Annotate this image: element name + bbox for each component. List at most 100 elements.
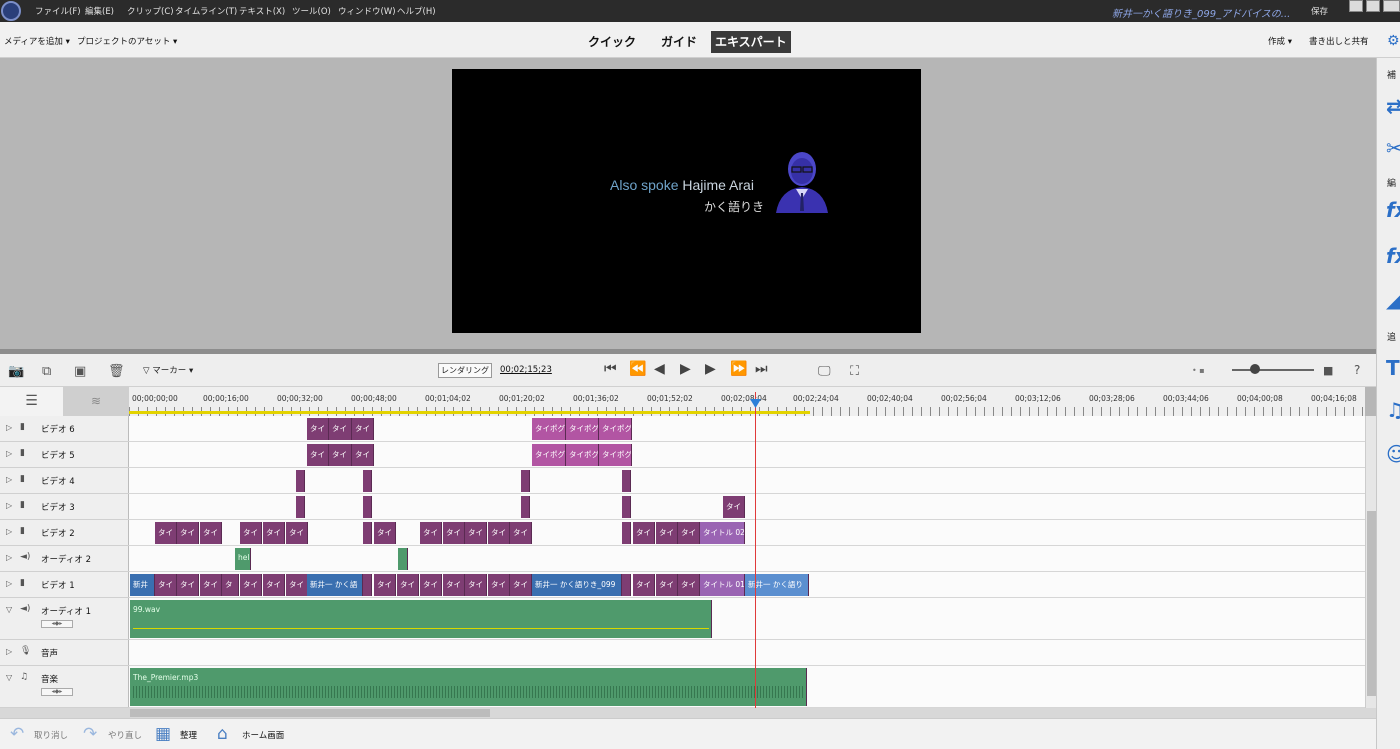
timeline-clip[interactable]: タイ	[352, 418, 374, 440]
video-preview[interactable]: Also spoke Hajime Arai かく語りき	[452, 69, 921, 333]
applied-effects-icon[interactable]: fx	[1386, 244, 1400, 268]
step-forward-icon[interactable]: ▶	[705, 361, 716, 377]
timeline-clip[interactable]: タイ	[329, 418, 352, 440]
timeline-clip[interactable]: タイ	[374, 522, 396, 544]
timeline-clip[interactable]	[296, 496, 305, 518]
restore-button[interactable]	[1366, 0, 1380, 12]
minimize-button[interactable]	[1349, 0, 1363, 12]
timeline-clip[interactable]: タイ	[678, 522, 700, 544]
expand-icon[interactable]: ▷	[6, 423, 12, 432]
timeline-clip[interactable]: タイ	[397, 574, 419, 596]
timeline-clip[interactable]	[521, 496, 530, 518]
timeline-clip[interactable]: タイ	[240, 522, 262, 544]
timeline-clip[interactable]: タイ	[155, 574, 177, 596]
menu-timeline[interactable]: タイムライン(T)	[175, 5, 237, 17]
add-media-button[interactable]: メディアを追加 ▾	[4, 35, 70, 47]
close-button[interactable]	[1383, 0, 1400, 12]
menu-tools[interactable]: ツール(O)	[292, 5, 331, 17]
timeline-clip[interactable]: タイ	[488, 522, 510, 544]
timeline-clip[interactable]: タイポグ	[599, 418, 632, 440]
timeline-clip[interactable]: タイ	[633, 522, 655, 544]
timeline-clip[interactable]: タイ	[678, 574, 700, 596]
playhead-line[interactable]	[755, 392, 756, 708]
timeline-clip[interactable]: タイ	[286, 522, 308, 544]
timeline-clip[interactable]	[363, 496, 372, 518]
graphics-icon[interactable]: ☺	[1386, 442, 1400, 466]
expand-icon[interactable]: ▷	[6, 501, 12, 510]
timeline-clip[interactable]: タイ	[656, 574, 678, 596]
camera-icon[interactable]: 📷	[8, 364, 24, 379]
timeline-clip[interactable]	[363, 470, 372, 492]
vertical-scrollbar[interactable]	[1365, 416, 1376, 708]
timeline-clip[interactable]: タイ	[352, 444, 374, 466]
play-icon[interactable]: ▶	[680, 361, 691, 377]
go-to-start-icon[interactable]: ⏮	[604, 361, 617, 377]
menu-edit[interactable]: 編集(E)	[85, 5, 114, 17]
timeline-clip[interactable]: タイ	[240, 574, 262, 596]
timeline-clip[interactable]: タイ	[374, 574, 396, 596]
zoom-slider-knob[interactable]	[1250, 364, 1260, 374]
timeline-clip[interactable]: 新井	[130, 574, 155, 596]
menu-file[interactable]: ファイル(F)	[35, 5, 81, 17]
timeline-clip[interactable]	[296, 470, 305, 492]
timeline-clip[interactable]	[521, 470, 530, 492]
timeline-clip[interactable]: 新井一 かく語りき_099	[532, 574, 622, 596]
menu-window[interactable]: ウィンドウ(W)	[338, 5, 396, 17]
timeline-clip[interactable]: タイ	[488, 574, 510, 596]
menu-text[interactable]: テキスト(X)	[239, 5, 285, 17]
marker-dropdown[interactable]: ▽ マーカー ▾	[143, 364, 193, 376]
tools-icon[interactable]: ✂	[1386, 136, 1400, 160]
timeline-clip[interactable]: タイ	[443, 574, 465, 596]
monitor-icon[interactable]: 🖵	[818, 364, 831, 379]
timeline-clip[interactable]: 新井一 かく語	[307, 574, 363, 596]
fullscreen-icon[interactable]: ⛶	[850, 364, 859, 379]
timeline-clip[interactable]: タイ	[286, 574, 308, 596]
timeline-clip[interactable]: タイ	[200, 574, 222, 596]
expand-icon[interactable]: ▷	[6, 647, 12, 656]
menu-help[interactable]: ヘルプ(H)	[397, 5, 436, 17]
expand-icon[interactable]: ▷	[6, 449, 12, 458]
titles-icon[interactable]: T	[1386, 356, 1400, 380]
next-edit-icon[interactable]: ⏩	[730, 361, 747, 377]
trash-icon[interactable]: 🗑	[108, 364, 125, 379]
timeline-clip[interactable]	[622, 496, 631, 518]
timeline-clip[interactable]: タイ	[420, 522, 442, 544]
smart-trim-icon[interactable]: ⧉	[42, 364, 51, 379]
timeline-clip[interactable]	[622, 522, 631, 544]
tab-expert[interactable]: エキスパート	[711, 31, 791, 53]
tab-guided[interactable]: ガイド	[657, 31, 701, 53]
timecode-display[interactable]: 00;02;15;23	[500, 365, 552, 375]
menu-clip[interactable]: クリップ(C)	[127, 5, 174, 17]
volume-line[interactable]	[133, 628, 709, 629]
collapse-icon[interactable]: ▽	[6, 605, 12, 614]
timeline-clip[interactable]: タイ	[656, 522, 678, 544]
step-back-icon[interactable]: ◀	[654, 361, 665, 377]
timeline-clip[interactable]: タイ	[465, 574, 487, 596]
keyframe-nav[interactable]: ◂◆▸	[41, 620, 73, 628]
effects-icon[interactable]: fx	[1386, 198, 1400, 222]
project-assets-button[interactable]: プロジェクトのアセット ▾	[77, 35, 177, 47]
timeline-clip[interactable]	[622, 470, 631, 492]
redo-icon[interactable]: ↷	[83, 724, 97, 744]
timeline-clip[interactable]: タイ	[420, 574, 442, 596]
tab-quick[interactable]: クイック	[584, 31, 640, 53]
keyframe-nav[interactable]: ◂◆▸	[41, 688, 73, 696]
zoom-in-icon[interactable]: ■	[1323, 364, 1333, 377]
film-icon[interactable]: ▣	[74, 364, 86, 379]
timeline-clip[interactable]: タ	[222, 574, 239, 596]
help-icon[interactable]: ?	[1354, 363, 1360, 377]
timeline-clip[interactable]: タイトル 01	[700, 574, 745, 596]
work-area-bar[interactable]	[129, 411, 810, 414]
expand-icon[interactable]: ▷	[6, 579, 12, 588]
music-icon[interactable]: ♫	[1386, 398, 1400, 422]
zoom-slider[interactable]	[1232, 369, 1314, 371]
scroll-thumb[interactable]	[130, 709, 490, 717]
timeline-clip[interactable]: hel	[235, 548, 251, 570]
save-button[interactable]: 保存	[1311, 5, 1328, 17]
adjust-icon[interactable]: ⇄	[1386, 94, 1400, 118]
timeline-clip[interactable]: タイ	[510, 574, 532, 596]
timeline-clip[interactable]: タイ	[155, 522, 177, 544]
undo-icon[interactable]: ↶	[10, 724, 24, 744]
expand-icon[interactable]: ▷	[6, 553, 12, 562]
expand-icon[interactable]: ▷	[6, 527, 12, 536]
